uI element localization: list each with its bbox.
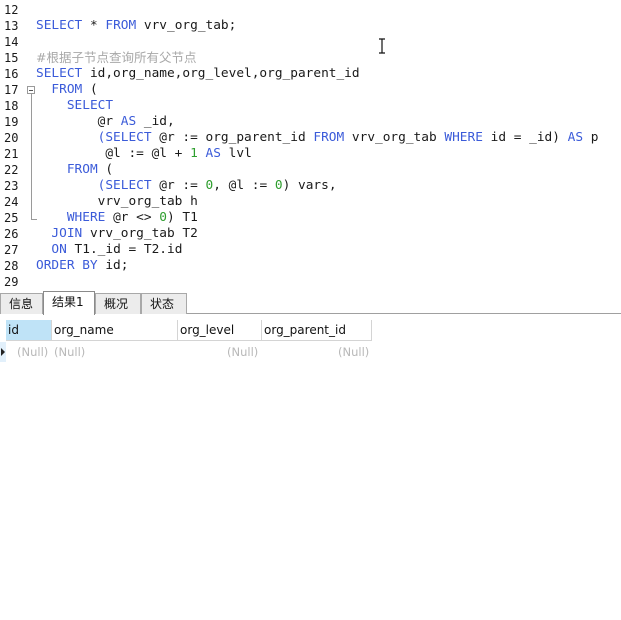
code-line[interactable]: 18 SELECT	[0, 98, 621, 114]
code-text[interactable]: SELECT id,org_name,org_level,org_parent_…	[36, 66, 360, 82]
cell-org-level[interactable]: (Null)	[227, 344, 258, 360]
line-number: 12	[4, 3, 19, 17]
text-cursor-icon	[378, 38, 386, 54]
line-number: 25	[4, 211, 19, 225]
column-header-id[interactable]: id	[6, 320, 52, 341]
tab-result-1[interactable]: 结果1	[43, 291, 95, 315]
fold-guide	[31, 94, 32, 220]
code-text[interactable]: FROM (	[36, 162, 113, 178]
code-line[interactable]: 20 (SELECT @r := org_parent_id FROM vrv_…	[0, 130, 621, 146]
cell-id[interactable]: (Null)	[17, 344, 48, 360]
cell-org-name[interactable]: (Null)	[54, 344, 85, 360]
code-text[interactable]: (SELECT @r := 0, @l := 0) vars,	[36, 178, 337, 194]
line-number: 27	[4, 243, 19, 257]
code-line[interactable]: 28 ORDER BY id;	[0, 258, 621, 274]
code-text[interactable]: JOIN vrv_org_tab T2	[36, 226, 197, 242]
line-number: 17	[4, 83, 19, 97]
fold-collapse-icon[interactable]	[27, 86, 35, 94]
column-header-org-parent-id[interactable]: org_parent_id	[262, 320, 372, 341]
code-text[interactable]: SELECT	[36, 98, 113, 114]
code-line[interactable]: 12	[0, 2, 621, 18]
fold-end-marker	[31, 219, 37, 220]
line-number: 28	[4, 259, 19, 273]
code-line[interactable]: 22 FROM (	[0, 162, 621, 178]
code-text[interactable]: (SELECT @r := org_parent_id FROM vrv_org…	[36, 130, 599, 146]
code-text[interactable]: @r AS _id,	[36, 114, 175, 130]
line-number: 23	[4, 179, 19, 193]
code-line[interactable]: 27 ON T1._id = T2.id	[0, 242, 621, 258]
code-line[interactable]: 25 WHERE @r <> 0) T1	[0, 210, 621, 226]
line-number: 18	[4, 99, 19, 113]
code-line[interactable]: 21 @l := @l + 1 AS lvl	[0, 146, 621, 162]
code-text[interactable]: vrv_org_tab h	[36, 194, 198, 210]
line-number: 19	[4, 115, 19, 129]
result-grid: id org_name org_level org_parent_id (Nul…	[0, 318, 621, 620]
code-text[interactable]: ON T1._id = T2.id	[36, 242, 182, 258]
code-text[interactable]: #根据子节点查询所有父节点	[36, 50, 196, 67]
code-text[interactable]: WHERE @r <> 0) T1	[36, 210, 198, 226]
code-text[interactable]: ORDER BY id;	[36, 258, 128, 274]
tab-profile[interactable]: 概况	[95, 293, 141, 314]
code-line[interactable]: 19 @r AS _id,	[0, 114, 621, 130]
tab-status[interactable]: 状态	[141, 293, 187, 314]
column-header-org-level[interactable]: org_level	[178, 320, 262, 341]
code-text[interactable]: FROM (	[36, 82, 97, 98]
result-tab-bar: 信息 结果1 概况 状态	[0, 290, 621, 315]
line-number: 24	[4, 195, 19, 209]
column-header-org-name[interactable]: org_name	[52, 320, 178, 341]
line-number: 21	[4, 147, 19, 161]
code-line[interactable]: 17 FROM (	[0, 82, 621, 98]
current-row-arrow-icon	[1, 348, 5, 356]
code-line[interactable]: 26 JOIN vrv_org_tab T2	[0, 226, 621, 242]
line-number: 15	[4, 51, 19, 65]
code-line[interactable]: 13 SELECT * FROM vrv_org_tab;	[0, 18, 621, 34]
sql-editor[interactable]: 12 13 SELECT * FROM vrv_org_tab; 14 15 #根据子节点…	[0, 0, 621, 290]
code-line[interactable]: 24 vrv_org_tab h	[0, 194, 621, 210]
code-line[interactable]: 15 #根据子节点查询所有父节点	[0, 50, 621, 66]
tab-info[interactable]: 信息	[0, 293, 43, 314]
line-number: 29	[4, 275, 19, 289]
code-line[interactable]: 23 (SELECT @r := 0, @l := 0) vars,	[0, 178, 621, 194]
line-number: 14	[4, 35, 19, 49]
line-number: 20	[4, 131, 19, 145]
line-number: 13	[4, 19, 19, 33]
line-number: 26	[4, 227, 19, 241]
code-text[interactable]: @l := @l + 1 AS lvl	[36, 146, 251, 162]
cell-org-parent-id[interactable]: (Null)	[338, 344, 369, 360]
code-line[interactable]: 16 SELECT id,org_name,org_level,org_paren…	[0, 66, 621, 82]
code-line[interactable]: 29	[0, 274, 621, 290]
code-text[interactable]: SELECT * FROM vrv_org_tab;	[36, 18, 236, 34]
line-number: 22	[4, 163, 19, 177]
line-number: 16	[4, 67, 19, 81]
code-line[interactable]: 14	[0, 34, 621, 50]
